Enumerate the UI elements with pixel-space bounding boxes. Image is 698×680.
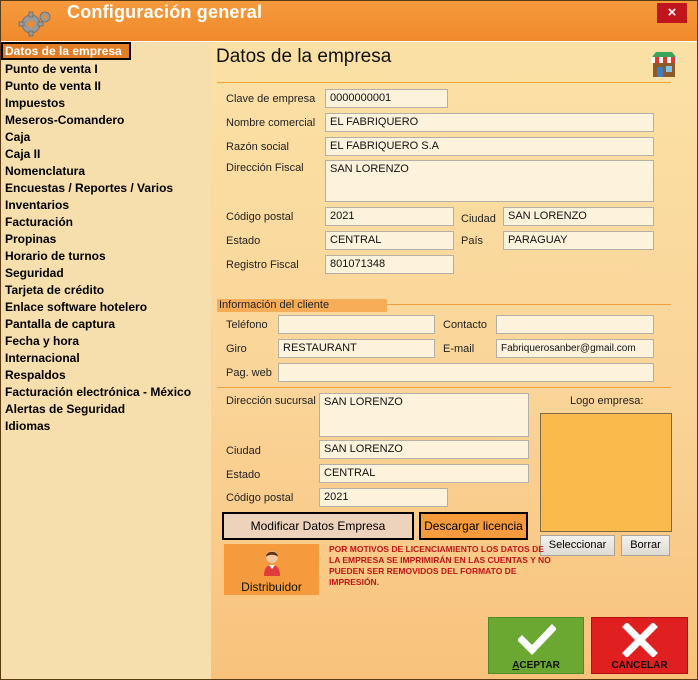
close-button[interactable]: × [657, 3, 687, 23]
sidebar-item-facturacion-electronica[interactable]: Facturación electrónica - México [5, 384, 191, 400]
sidebar-item-horario-turnos[interactable]: Horario de turnos [5, 248, 106, 264]
estado-sucursal-label: Estado [226, 469, 261, 481]
sidebar: Datos de la empresa Punto de venta I Pun… [1, 42, 211, 679]
telefono-field[interactable] [278, 315, 435, 334]
direccion-sucursal-label: Dirección sucursal [226, 395, 316, 407]
sidebar-item-caja[interactable]: Caja [5, 129, 30, 145]
web-field[interactable] [278, 363, 654, 382]
delete-logo-button[interactable]: Borrar [621, 535, 670, 556]
x-icon [622, 623, 658, 657]
ciudad-sucursal-label: Ciudad [226, 445, 261, 457]
web-label: Pag. web [226, 367, 272, 379]
ciudad-label: Ciudad [461, 213, 496, 225]
giro-label: Giro [226, 343, 247, 355]
cp-sucursal-field[interactable]: 2021 [319, 488, 448, 507]
sidebar-item-punto-venta-1[interactable]: Punto de venta I [5, 61, 98, 77]
sidebar-item-encuestas[interactable]: Encuestas / Reportes / Varios [5, 180, 173, 196]
page-title: Datos de la empresa [216, 46, 392, 67]
codigo-postal-label: Código postal [226, 211, 294, 223]
license-notice: POR MOTIVOS DE LICENCIAMIENTO LOS DATOS … [329, 544, 551, 587]
title-bar: Configuración general × [1, 1, 697, 41]
sidebar-item-punto-venta-2[interactable]: Punto de venta II [5, 78, 101, 94]
email-field[interactable]: Fabriquerosanber@gmail.com [496, 339, 654, 358]
razon-social-label: Razón social [226, 141, 289, 153]
separator [217, 387, 671, 388]
accept-label: ACEPTAR [512, 660, 560, 671]
email-label: E-mail [443, 343, 475, 355]
direccion-fiscal-label: Dirección Fiscal [226, 162, 304, 174]
accept-button[interactable]: ACEPTAR [488, 617, 584, 674]
registro-fiscal-label: Registro Fiscal [226, 259, 299, 271]
sidebar-item-respaldos[interactable]: Respaldos [5, 367, 66, 383]
estado-sucursal-field[interactable]: CENTRAL [319, 464, 529, 483]
pais-label: País [461, 235, 484, 247]
sidebar-item-seguridad[interactable]: Seguridad [5, 265, 64, 281]
contacto-label: Contacto [443, 319, 488, 331]
clave-label: Clave de empresa [226, 93, 316, 105]
sidebar-item-internacional[interactable]: Internacional [5, 350, 80, 366]
sidebar-item-enlace-hotelero[interactable]: Enlace software hotelero [5, 299, 147, 315]
sidebar-item-pantalla-captura[interactable]: Pantalla de captura [5, 316, 115, 332]
nombre-comercial-field[interactable]: EL FABRIQUERO [325, 113, 654, 132]
sidebar-item-propinas[interactable]: Propinas [5, 231, 56, 247]
sidebar-item-idiomas[interactable]: Idiomas [5, 418, 50, 434]
sidebar-item-inventarios[interactable]: Inventarios [5, 197, 69, 213]
distributor-label: Distribuidor [241, 580, 302, 594]
estado-label: Estado [226, 235, 261, 247]
nombre-comercial-label: Nombre comercial [226, 117, 316, 129]
sidebar-item-fecha-hora[interactable]: Fecha y hora [5, 333, 79, 349]
direccion-fiscal-field[interactable]: SAN LORENZO [325, 160, 654, 202]
select-logo-button[interactable]: Seleccionar [540, 535, 615, 556]
cp-sucursal-label: Código postal [226, 492, 294, 504]
clave-field[interactable]: 0000000001 [325, 89, 448, 108]
estado-field[interactable]: CENTRAL [325, 231, 454, 250]
sidebar-item-tarjeta-credito[interactable]: Tarjeta de crédito [5, 282, 104, 298]
download-license-button[interactable]: Descargar licencia [419, 512, 528, 540]
modify-company-button[interactable]: Modificar Datos Empresa [222, 512, 414, 540]
config-window: Configuración general × Datos de la empr… [0, 0, 698, 680]
separator [217, 82, 671, 83]
sidebar-item-impuestos[interactable]: Impuestos [5, 95, 65, 111]
client-section-header: Información del cliente [217, 299, 387, 312]
cancel-button[interactable]: CANCELAR [591, 617, 688, 674]
cancel-label: CANCELAR [611, 660, 668, 671]
gear-icon [18, 11, 51, 37]
sidebar-item-nomenclatura[interactable]: Nomenclatura [5, 163, 85, 179]
logo-label: Logo empresa: [570, 395, 644, 407]
sidebar-item-alertas-seguridad[interactable]: Alertas de Seguridad [5, 401, 125, 417]
direccion-sucursal-field[interactable]: SAN LORENZO [319, 393, 529, 437]
telefono-label: Teléfono [226, 319, 268, 331]
contacto-field[interactable] [496, 315, 654, 334]
razon-social-field[interactable]: EL FABRIQUERO S.A [325, 137, 654, 156]
sidebar-item-meseros[interactable]: Meseros-Comandero [5, 112, 124, 128]
codigo-postal-field[interactable]: 2021 [325, 207, 454, 226]
sidebar-item-datos-empresa[interactable]: Datos de la empresa [1, 42, 131, 60]
window-title: Configuración general [67, 2, 263, 22]
store-icon [651, 52, 677, 77]
main-panel: Datos de la empresa Clave de empresa 000… [211, 42, 697, 679]
registro-fiscal-field[interactable]: 801071348 [325, 255, 454, 274]
sidebar-item-facturacion[interactable]: Facturación [5, 214, 73, 230]
check-icon [518, 624, 556, 656]
distributor-button[interactable]: Distribuidor [224, 544, 319, 595]
person-icon [264, 551, 280, 576]
ciudad-sucursal-field[interactable]: SAN LORENZO [319, 440, 529, 459]
ciudad-field[interactable]: SAN LORENZO [503, 207, 654, 226]
sidebar-item-caja-2[interactable]: Caja II [5, 146, 40, 162]
logo-preview [540, 413, 672, 532]
giro-field[interactable]: RESTAURANT [278, 339, 435, 358]
pais-field[interactable]: PARAGUAY [503, 231, 654, 250]
